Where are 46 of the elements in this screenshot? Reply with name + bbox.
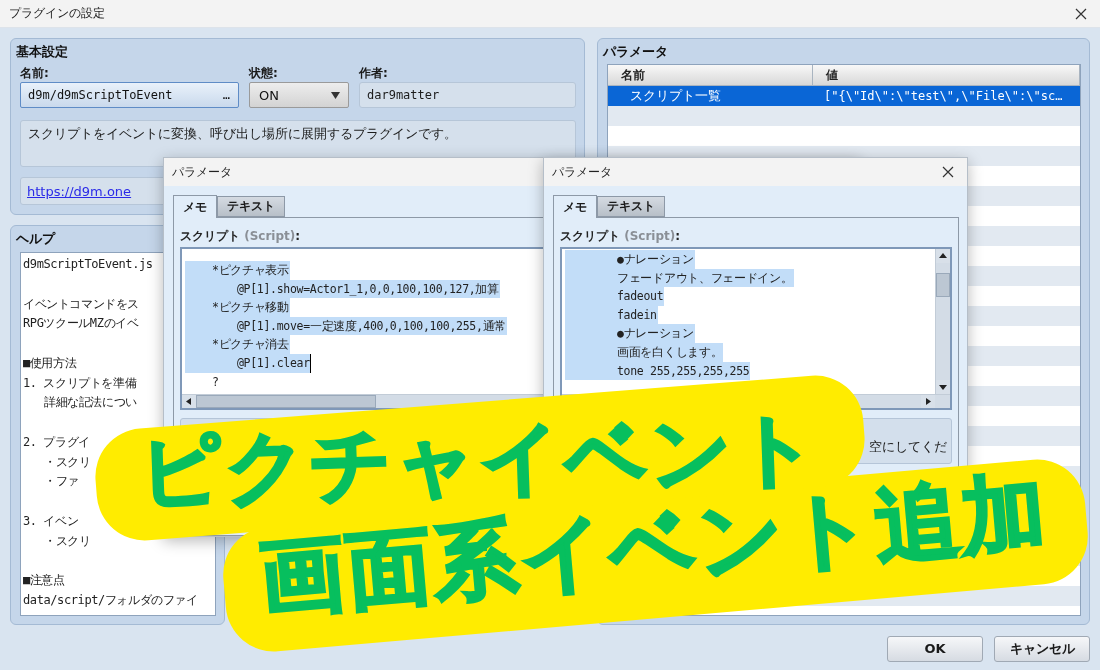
table-cell-text: ["{\"Id\":\"test\",\"File\":\"sc…	[823, 88, 1064, 105]
section-title: パラメータ	[603, 44, 668, 60]
url-link[interactable]: https://d9m.one	[27, 183, 132, 199]
column-header: 値	[813, 65, 1080, 86]
field-label: 作者:	[359, 66, 388, 81]
help-text: 詳細な記法につい	[44, 394, 137, 412]
tab[interactable]: メモ	[173, 195, 217, 218]
help-text: data/script/フォルダのファイ	[23, 591, 198, 609]
dialog-title: パラメータ	[552, 164, 612, 180]
description-text: 空にしてくだ	[869, 439, 947, 455]
caret-icon	[331, 91, 340, 99]
help-text: ・スクリ	[44, 453, 91, 471]
tab[interactable]: テキスト	[597, 196, 665, 217]
field-label: スクリプト (Script):	[560, 229, 681, 244]
section-title: ヘルプ	[16, 231, 55, 247]
help-text: RPGツクールMZのイベ	[23, 315, 139, 333]
help-text: 3. イベン	[23, 512, 79, 530]
dialog-title: パラメータ	[172, 164, 232, 180]
tab[interactable]: メモ	[553, 195, 597, 218]
scrollbar[interactable]	[935, 249, 950, 394]
status-dropdown[interactable]: ON	[249, 82, 349, 108]
help-text: ■使用方法	[23, 354, 77, 372]
help-text: ・スクリ	[44, 532, 91, 550]
help-text: イベントコマンドをス	[23, 295, 139, 313]
help-text: 1. スクリプトを準備	[23, 374, 137, 392]
scrollbar-thumb[interactable]	[196, 395, 376, 408]
plugin-name-field[interactable]: d9m/d9mScriptToEvent …	[20, 82, 239, 108]
help-text: ■注意点	[23, 572, 65, 589]
ok-button[interactable]: OK	[887, 635, 983, 662]
help-text: ・ファ	[44, 473, 79, 491]
field-label: 名前:	[20, 66, 49, 81]
scrollbar-thumb[interactable]	[936, 273, 950, 297]
field-label: スクリプト (Script):	[180, 229, 301, 244]
close-icon	[942, 166, 954, 178]
table-row[interactable]: スクリプト一覧 ["{\"Id\":\"test\",\"File\":\"sc…	[608, 86, 1080, 106]
field-label: 状態:	[249, 66, 278, 81]
cancel-button[interactable]: キャンセル	[994, 635, 1090, 662]
column-header: 名前	[608, 65, 813, 86]
table-cell-text: スクリプト一覧	[629, 87, 722, 105]
help-text: d9mScriptToEvent.js	[23, 256, 153, 273]
author-field[interactable]: dar9matter	[359, 82, 576, 108]
tab[interactable]: テキスト	[217, 196, 285, 217]
close-icon	[1075, 7, 1087, 20]
window-title: プラグインの設定	[9, 6, 105, 21]
help-text: 2. プラグイ	[23, 433, 90, 451]
section-title: 基本設定	[16, 44, 68, 60]
